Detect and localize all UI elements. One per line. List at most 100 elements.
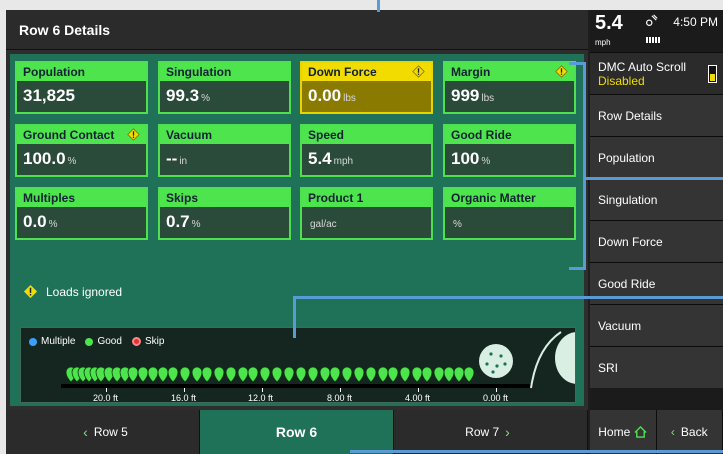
callout-line [293, 296, 723, 299]
disc-hole [489, 352, 493, 356]
tile-unit: in [179, 156, 188, 167]
callout-line [293, 296, 296, 338]
tile-label: Singulation [160, 63, 289, 81]
tile-unit: % [453, 219, 462, 230]
auto-scroll-toggle[interactable]: DMC Auto Scroll Disabled [590, 52, 723, 94]
satellite-icon [646, 14, 658, 26]
tile-label: Speed [302, 126, 431, 144]
tile-unit: % [67, 156, 77, 167]
seed-spacing-view: Multiple Good Skip 20.0 ft 16.0 ft 12.0 … [20, 327, 576, 403]
tick-label: 20.0 ft [93, 393, 119, 403]
warning-icon [23, 284, 38, 299]
chevron-right-icon: › [505, 424, 510, 440]
callout-line [377, 0, 380, 12]
tile-value: gal/ac [302, 207, 431, 237]
tile-organic-matter[interactable]: Organic Matter% [443, 187, 576, 240]
tile-value: -- in [166, 149, 188, 168]
chevron-left-icon: ‹ [83, 424, 88, 440]
clock: 4:50 PM [673, 15, 718, 29]
back-button[interactable]: ‹ Back [656, 410, 723, 454]
callout-bracket [569, 267, 585, 270]
tile-skips[interactable]: Skips 0.7% [158, 187, 291, 240]
tile-ground-contact[interactable]: Ground Contact 100.0% [15, 124, 148, 177]
tile-label: Organic Matter [445, 189, 574, 207]
tick-label: 16.0 ft [171, 393, 197, 403]
monitor-screen: Row 6 Details Population 31,825 Singulatio… [6, 10, 723, 454]
prev-row-button[interactable]: ‹ Row 5 [6, 410, 200, 454]
sidebar-item-vacuum[interactable]: Vacuum [590, 304, 723, 346]
row-navigation: ‹ Row 5 Row 6 Row 7 › [6, 410, 588, 454]
tile-value: 31,825 [23, 86, 75, 105]
loads-message: Loads ignored [46, 284, 123, 299]
callout-bracket [583, 62, 586, 270]
chevron-left-icon: ‹ [670, 425, 675, 439]
tile-singulation[interactable]: Singulation 99.3% [158, 61, 291, 114]
tick-label: 4.00 ft [405, 393, 431, 403]
next-row-button[interactable]: Row 7 › [394, 410, 588, 454]
page-title: Row 6 Details [19, 22, 111, 38]
auto-scroll-state: Disabled [598, 73, 645, 88]
tick-label: 12.0 ft [248, 393, 274, 403]
tick-label: 8.00 ft [327, 393, 353, 403]
sidebar: 5.4 mph 4:50 PM DMC Auto Scroll Disabled… [590, 10, 723, 454]
speed-readout: 5.4 [595, 12, 623, 34]
tile-speed[interactable]: Speed 5.4 mph [300, 124, 433, 177]
tile-value: 0.0% [23, 212, 58, 231]
disc-hole [485, 362, 489, 366]
tile-label: Down Force [302, 63, 431, 81]
main-area: Row 6 Details Population 31,825 Singulatio… [6, 10, 588, 454]
current-row: Row 6 [200, 410, 394, 454]
tile-product-1[interactable]: Product 1 gal/ac [300, 187, 433, 240]
disc-hole [495, 364, 499, 368]
details-panel: Population 31,825 Singulation 99.3% Down For… [10, 54, 584, 406]
tile-unit: lbs [343, 93, 356, 104]
signal-icon [646, 37, 660, 43]
disc-hole [503, 362, 507, 366]
tile-unit: % [481, 156, 491, 167]
header: Row 6 Details [6, 10, 588, 50]
tile-margin[interactable]: Margin 999 lbs [443, 61, 576, 114]
tile-unit: gal/ac [310, 219, 337, 230]
tile-value: % [445, 207, 574, 237]
tile-value: 5.4 mph [308, 149, 354, 168]
warning-icon [127, 128, 140, 141]
sidebar-item-row-details[interactable]: Row Details [590, 94, 723, 136]
tile-label: Margin [445, 63, 574, 81]
tile-vacuum[interactable]: Vacuum -- in [158, 124, 291, 177]
sidebar-item-singulation[interactable]: Singulation [590, 178, 723, 220]
tile-unit: lbs [481, 93, 495, 104]
tile-population[interactable]: Population 31,825 [15, 61, 148, 114]
tile-value: 99.3% [166, 86, 210, 105]
tile-value: 0.7% [166, 212, 201, 231]
tile-unit: mph [333, 156, 354, 167]
home-button[interactable]: Home [590, 410, 657, 454]
home-icon [634, 426, 647, 438]
tile-good-ride[interactable]: Good Ride 100% [443, 124, 576, 177]
status-bar: 5.4 mph 4:50 PM [590, 10, 723, 52]
tile-down-force[interactable]: Down Force 0.00 lbs [300, 61, 433, 114]
speed-unit: mph [595, 38, 611, 47]
tile-label: Multiples [17, 189, 146, 207]
tile-label: Skips [160, 189, 289, 207]
toggle-switch-icon [708, 65, 717, 83]
callout-line [586, 177, 723, 180]
meter-housing [555, 332, 575, 384]
loads-warning: Loads ignored [23, 284, 122, 299]
tile-label: Product 1 [302, 189, 431, 207]
tile-value: 100.0% [23, 149, 77, 168]
tile-label: Population [17, 63, 146, 81]
tile-unit: % [191, 219, 201, 230]
disc-hole [491, 370, 495, 374]
sidebar-bottom-bar: Home ‹ Back [590, 410, 723, 454]
tile-unit: % [48, 219, 58, 230]
callout-line [350, 450, 723, 453]
sidebar-item-sri[interactable]: SRI [590, 346, 723, 388]
sidebar-item-down-force[interactable]: Down Force [590, 220, 723, 262]
sidebar-item-population[interactable]: Population [590, 136, 723, 178]
tile-value: 0.00 lbs [308, 86, 356, 105]
tile-label: Ground Contact [17, 126, 146, 144]
tile-value: 999 lbs [451, 86, 495, 105]
disc-hole [499, 354, 503, 358]
warning-icon [412, 65, 425, 78]
tile-multiples[interactable]: Multiples 0.0% [15, 187, 148, 240]
